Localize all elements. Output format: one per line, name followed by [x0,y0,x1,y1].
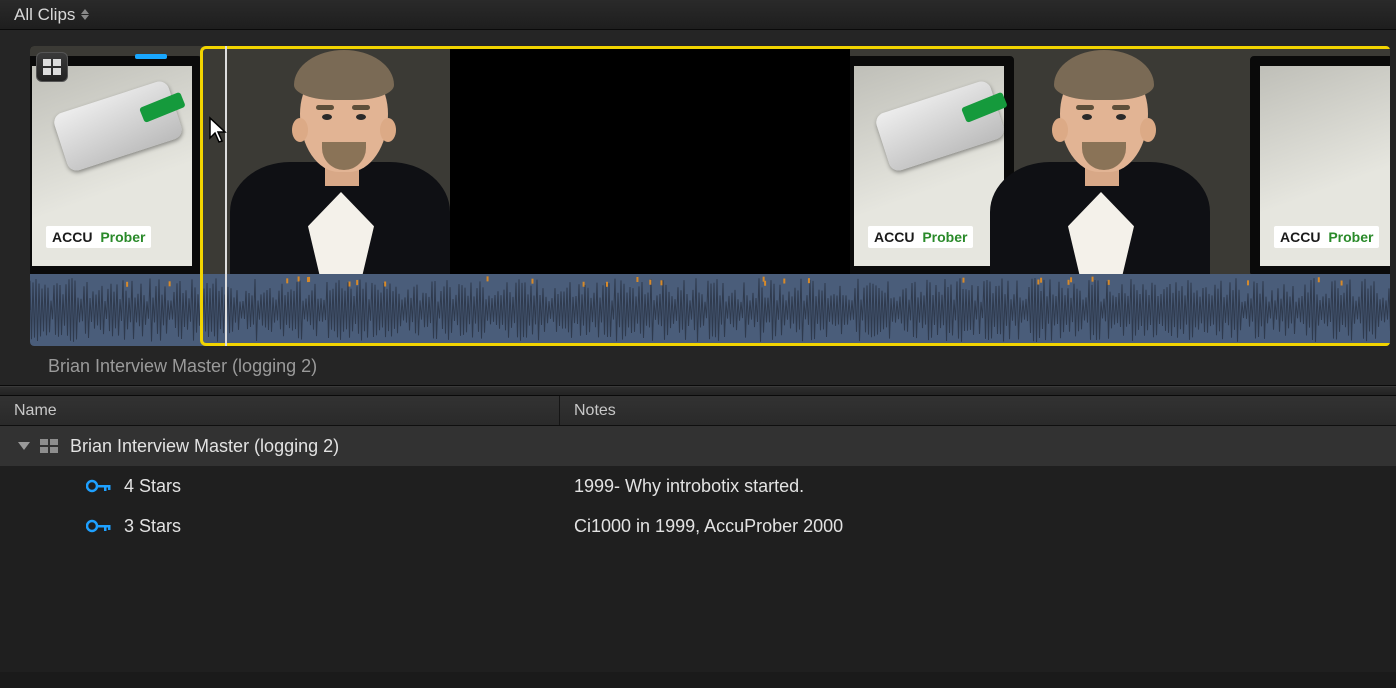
list-row-keyword[interactable]: 4 Stars 1999- Why introbotix started. [0,466,1396,506]
clip-list: Brian Interview Master (logging 2) 4 Sta… [0,426,1396,672]
clip-title-label: Brian Interview Master (logging 2) [30,346,1390,379]
clip-filter-label: All Clips [14,5,75,25]
compound-clip-icon [40,439,58,453]
keyword-icon [86,518,112,534]
row-name-label: Brian Interview Master (logging 2) [70,436,339,457]
list-row-parent[interactable]: Brian Interview Master (logging 2) [0,426,1396,466]
clip-filter-dropdown[interactable]: All Clips [14,5,89,25]
video-thumbnail: ACCU Prober [30,46,450,274]
keyword-icon [86,478,112,494]
sort-arrows-icon [81,9,89,20]
filter-bar: All Clips [0,0,1396,30]
audio-waveform[interactable] [30,274,1390,346]
brand-badge: ACCU Prober [1274,226,1379,248]
clip-browser: ACCU Prober [0,30,1396,386]
column-header-notes[interactable]: Notes [560,396,1396,425]
list-header: Name Notes [0,396,1396,426]
column-header-name[interactable]: Name [0,396,560,425]
video-thumbnail [450,46,850,274]
brand-badge: ACCU Prober [46,226,151,248]
row-notes-label[interactable]: 1999- Why introbotix started. [560,476,1396,497]
favorite-marker[interactable] [135,54,167,59]
clip-filmstrip[interactable]: ACCU Prober [30,46,1390,346]
brand-badge: ACCU Prober [868,226,973,248]
skimmer-playhead[interactable] [225,46,227,346]
row-name-label: 3 Stars [124,516,181,537]
grid-icon [43,59,61,75]
video-thumbnail: ACCU Prober ACCU Prober [850,46,1390,274]
grid-view-button[interactable] [36,52,68,82]
thumbnail-row: ACCU Prober [30,46,1390,274]
row-notes-label[interactable]: Ci1000 in 1999, AccuProber 2000 [560,516,1396,537]
disclosure-triangle-icon[interactable] [18,442,30,450]
pane-divider[interactable] [0,386,1396,396]
row-name-label: 4 Stars [124,476,181,497]
list-row-keyword[interactable]: 3 Stars Ci1000 in 1999, AccuProber 2000 [0,506,1396,546]
